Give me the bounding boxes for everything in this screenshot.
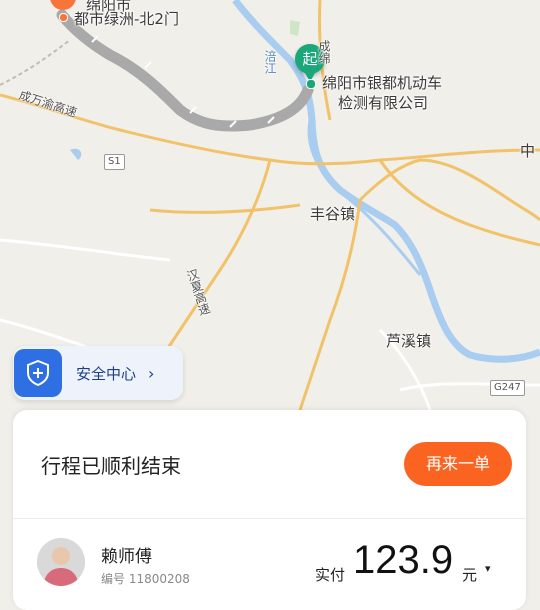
map-label-start-line2: 检测有限公司 xyxy=(338,94,429,112)
paid-label: 实付 xyxy=(315,566,346,584)
map-label-chengmian: 成绵 xyxy=(317,40,331,64)
map-label-zhong: 中 xyxy=(520,142,536,160)
driver-avatar[interactable] xyxy=(37,538,85,586)
start-location-dot xyxy=(306,79,316,89)
card-divider xyxy=(13,518,526,519)
trip-status-title: 行程已顺利结束 xyxy=(41,454,181,478)
map-label-end-place: 都市绿洲-北2门 xyxy=(74,10,179,28)
safety-center-label: 安全中心 xyxy=(76,364,137,383)
road-tag-g247: G247 xyxy=(490,380,525,396)
driver-id: 编号 11800208 xyxy=(101,572,190,586)
driver-name: 赖师傅 xyxy=(101,547,152,567)
map-label-fenggu-town: 丰谷镇 xyxy=(310,205,356,223)
map-label-start-line1: 绵阳市银都机动车 xyxy=(322,74,443,92)
chevron-right-icon: › xyxy=(148,363,155,383)
map-label-river: 涪江 xyxy=(263,50,277,74)
order-again-button[interactable]: 再来一单 xyxy=(404,442,512,486)
shield-plus-icon xyxy=(14,349,62,397)
expand-fare-caret-icon[interactable]: ▾ xyxy=(485,562,491,575)
road-tag-s1: S1 xyxy=(104,154,125,170)
end-location-dot xyxy=(59,13,68,22)
currency-unit: 元 xyxy=(462,566,478,584)
paid-amount: 123.9 xyxy=(353,538,454,582)
safety-center-button[interactable]: 安全中心 › xyxy=(13,346,183,400)
map-label-luxi-town: 芦溪镇 xyxy=(386,332,432,350)
trip-summary-card: 行程已顺利结束 再来一单 赖师傅 编号 11800208 实付 123.9 元 … xyxy=(13,410,526,610)
